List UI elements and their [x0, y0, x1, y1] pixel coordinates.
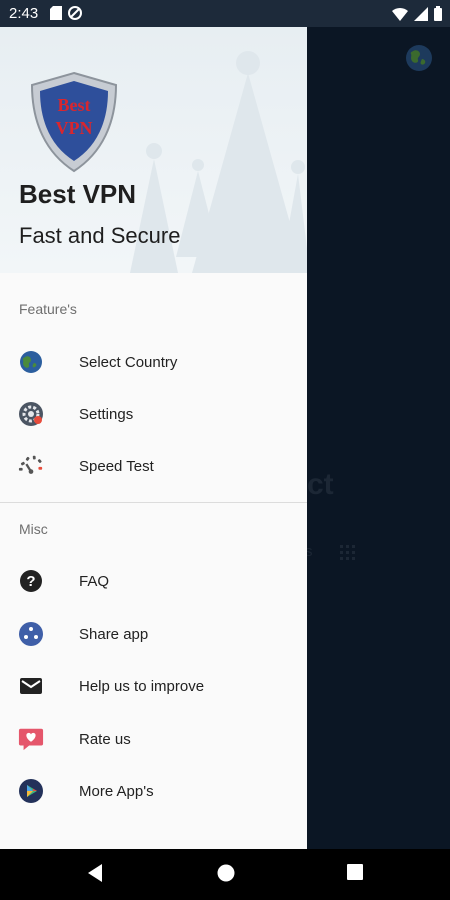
app-name: Best VPN	[19, 179, 137, 209]
menu-item-share-app[interactable]: Share app	[0, 608, 307, 660]
menu-item-select-country[interactable]: Select Country	[0, 336, 307, 388]
sd-card-icon	[50, 6, 62, 20]
settings-gear-icon	[18, 401, 44, 427]
menu-label: Help us to improve	[79, 677, 205, 695]
section-title-misc: Misc	[19, 521, 48, 537]
drawer-header: Best VPN Best VPN Fast and Secure	[0, 27, 307, 273]
section-title-features: Feature's	[19, 301, 77, 317]
play-icon	[18, 778, 44, 804]
menu-item-rate-us[interactable]: Rate us	[0, 713, 307, 765]
menu-item-faq[interactable]: ? FAQ	[0, 555, 307, 607]
menu-label: Speed Test	[79, 457, 154, 475]
app-logo: Best VPN	[30, 71, 118, 173]
svg-text:?: ?	[26, 573, 35, 590]
home-icon[interactable]	[216, 863, 236, 883]
wifi-icon	[392, 7, 408, 21]
system-navigation-bar	[0, 849, 450, 900]
question-icon: ?	[18, 568, 44, 594]
share-icon	[18, 621, 44, 647]
no-disturb-icon	[68, 6, 82, 20]
status-time: 2:43	[9, 5, 39, 22]
menu-label: Share app	[79, 625, 149, 643]
signal-icon	[414, 6, 428, 21]
app-tagline: Fast and Secure	[19, 223, 181, 248]
grid-icon	[340, 545, 355, 560]
menu-label: Rate us	[79, 730, 131, 748]
menu-label: Select Country	[79, 353, 178, 371]
status-bar: 2:43	[0, 0, 450, 27]
back-icon[interactable]	[86, 863, 104, 883]
logo-text-best: Best	[58, 95, 91, 115]
menu-label: FAQ	[79, 572, 110, 590]
battery-icon	[434, 6, 442, 21]
section-divider	[0, 502, 307, 503]
logo-text-vpn: VPN	[56, 118, 93, 138]
navigation-drawer: Best VPN Best VPN Fast and Secure Featur…	[0, 27, 307, 849]
menu-label: More App's	[79, 782, 154, 800]
menu-item-settings[interactable]: Settings	[0, 388, 307, 440]
globe-icon	[18, 349, 44, 375]
menu-item-more-apps[interactable]: More App's	[0, 765, 307, 817]
menu-item-help-improve[interactable]: Help us to improve	[0, 660, 307, 712]
heart-chat-icon	[18, 726, 44, 752]
background-connect-text: ct	[307, 468, 334, 501]
speedometer-icon	[18, 453, 44, 479]
globe-icon[interactable]	[404, 43, 434, 73]
recents-icon[interactable]	[346, 863, 364, 881]
mail-icon	[18, 673, 44, 699]
menu-label: Settings	[79, 405, 134, 423]
menu-item-speed-test[interactable]: Speed Test	[0, 440, 307, 492]
